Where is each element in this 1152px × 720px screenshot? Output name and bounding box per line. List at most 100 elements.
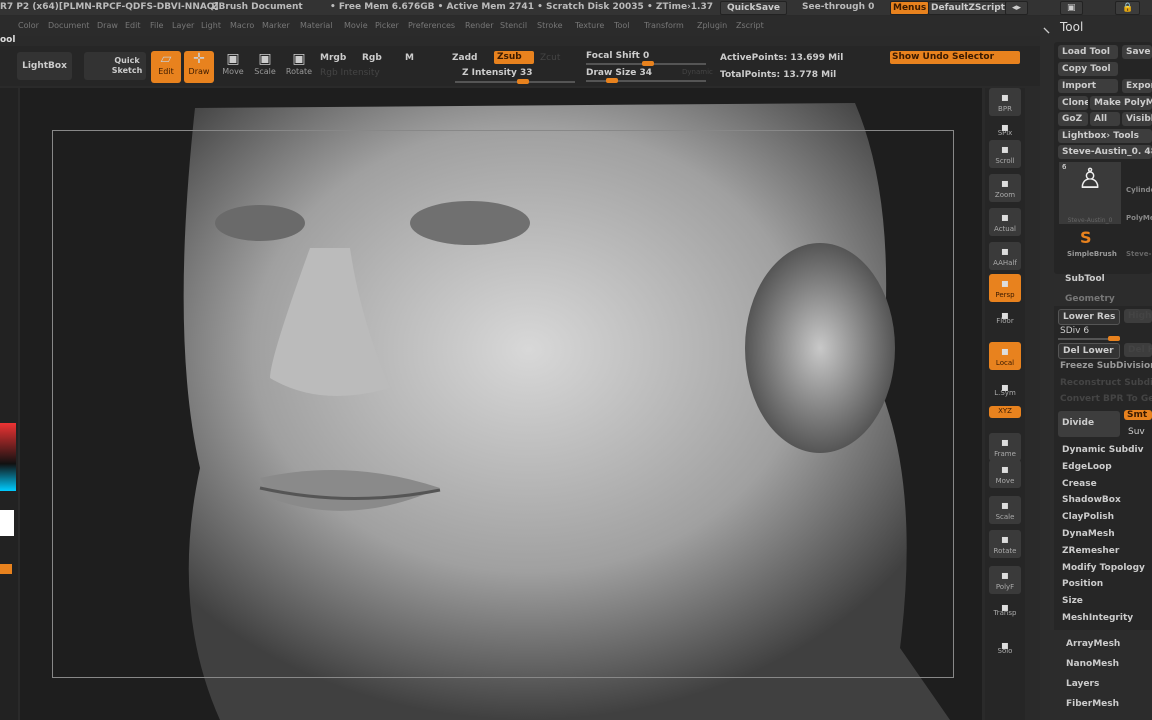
menu-color[interactable]: Color [18,21,39,30]
geometry-item-zremesher[interactable]: ZRemesher [1062,546,1119,556]
z-intensity-slider[interactable]: Z Intensity 33 [462,68,533,78]
goz-button[interactable]: GoZ [1058,112,1088,126]
menus-button[interactable]: Menus [890,1,930,15]
rgb-button[interactable]: Rgb [362,53,382,63]
reconstruct-subdiv-button[interactable]: Reconstruct Subdiv [1060,378,1152,388]
show-undo-selector-button[interactable]: Show Undo Selector [890,51,1020,64]
xyz-button[interactable]: XYZ [989,406,1021,418]
lightbox-button[interactable]: LightBox [17,52,72,80]
menu-marker[interactable]: Marker [262,21,290,30]
aahalf-button[interactable]: ▪ AAHalf [989,242,1021,270]
geometry-item-meshintegrity[interactable]: MeshIntegrity [1062,613,1133,623]
lightbox-tools-button[interactable]: Lightbox› Tools [1058,129,1152,143]
bpr-button[interactable]: ▪ BPR [989,88,1021,116]
freeze-subdivision-button[interactable]: Freeze SubDivision Levels [1060,361,1152,371]
higher-res-button[interactable]: Higher Res [1124,309,1152,323]
scale-button[interactable]: ▣ Scale [250,51,280,83]
arrows-icon[interactable]: ◂▸ [1005,1,1029,15]
floor-button[interactable]: ▪ Floor [989,306,1021,328]
menu-render[interactable]: Render [465,21,493,30]
menu-light[interactable]: Light [201,21,221,30]
menu-zscript[interactable]: Zscript [736,21,764,30]
geometry-item-edgeloop[interactable]: EdgeLoop [1062,462,1112,472]
clone-button[interactable]: Clone [1058,96,1088,110]
menu-macro[interactable]: Macro [230,21,254,30]
solo-button[interactable]: ▪ Solo [989,636,1021,658]
frame-button[interactable]: ▪ Frame [989,433,1021,461]
draw-button[interactable]: ✛ Draw [184,51,214,83]
menu-zplugin[interactable]: Zplugin [697,21,727,30]
menu-stroke[interactable]: Stroke [537,21,563,30]
cylinder-thumbnail[interactable]: Cylinder [1126,186,1152,194]
scroll-button[interactable]: ▪ Scroll [989,140,1021,168]
geometry-item-crease[interactable]: Crease [1062,479,1097,489]
menu-document[interactable]: Document [48,21,89,30]
transp-button[interactable]: ▪ Transp [989,598,1021,620]
dynamic-button[interactable]: Dynamic [682,68,713,76]
menu-draw[interactable]: Draw [97,21,118,30]
menu-movie[interactable]: Movie [344,21,368,30]
focal-shift-slider[interactable]: Focal Shift 0 [586,51,649,61]
geometry-item-claypolish[interactable]: ClayPolish [1062,512,1114,522]
zsub-button[interactable]: Zsub [494,51,534,64]
visible-button[interactable]: Visible [1122,112,1152,126]
menu-material[interactable]: Material [300,21,333,30]
geometry-item-modify-topology[interactable]: Modify Topology [1062,563,1145,573]
menu-layer[interactable]: Layer [172,21,194,30]
move-button[interactable]: ▣ Move [218,51,248,83]
lower-res-button[interactable]: Lower Res [1058,309,1120,325]
viewport-canvas[interactable] [20,88,982,720]
menu-transform[interactable]: Transform [644,21,684,30]
lock-icon[interactable]: 🔒 [1115,1,1141,15]
persp-button[interactable]: ▪ Persp [989,274,1021,302]
load-tool-button[interactable]: Load Tool [1058,45,1118,59]
move-button[interactable]: ▪ Move [989,460,1021,488]
section-arraymesh[interactable]: ArrayMesh [1066,639,1120,649]
zoom-button[interactable]: ▪ Zoom [989,174,1021,202]
import-button[interactable]: Import [1058,79,1118,93]
geometry-item-size[interactable]: Size [1062,596,1083,606]
zcut-button[interactable]: Zcut [540,53,560,63]
actual-button[interactable]: ▪ Actual [989,208,1021,236]
menu-edit[interactable]: Edit [125,21,141,30]
layout-icon[interactable]: ▣ [1060,1,1083,15]
m-button[interactable]: M [405,53,414,63]
rotate-button[interactable]: ▪ Rotate [989,530,1021,558]
steve-thumbnail[interactable]: Steve- [1126,250,1151,258]
export-button[interactable]: Export [1122,79,1152,93]
geometry-item-position[interactable]: Position [1062,579,1103,589]
del-higher-button[interactable]: Del Higher [1124,343,1152,357]
convert-bpr-button[interactable]: Convert BPR To Geo [1060,394,1152,404]
sdiv-slider[interactable]: SDiv 6 [1060,326,1089,336]
current-tool-slider[interactable]: Steve-Austin_0. 48 [1058,145,1152,159]
lsym-button[interactable]: ▪ L.Sym [989,378,1021,400]
geometry-section[interactable]: Geometry [1065,294,1115,304]
color-picker[interactable] [0,423,16,491]
make-polymesh-button[interactable]: Make PolyMesh3D [1090,96,1152,110]
see-through-slider[interactable]: See-through 0 [802,2,874,12]
scale-button[interactable]: ▪ Scale [989,496,1021,524]
suv-toggle[interactable]: Suv [1128,427,1145,437]
simplebrush-icon[interactable]: S [1080,228,1092,247]
menu-file[interactable]: File [150,21,163,30]
menu-texture[interactable]: Texture [575,21,604,30]
default-zscript-button[interactable]: DefaultZScript [928,1,1008,15]
mrgb-button[interactable]: Mrgb [320,53,346,63]
quicksave-button[interactable]: QuickSave [720,1,787,15]
spix-button[interactable]: ▪ SPix [989,118,1021,140]
tool-thumbnail-steve-austin[interactable]: 6 ♙ Steve-Austin_0 [1059,162,1121,224]
menu-tool[interactable]: Tool [614,21,630,30]
rgb-intensity-slider[interactable]: Rgb Intensity [320,68,380,78]
subtool-section[interactable]: SubTool [1065,274,1105,284]
section-fibermesh[interactable]: FiberMesh [1066,699,1119,709]
menu-stencil[interactable]: Stencil [500,21,527,30]
draw-size-slider[interactable]: Draw Size 34 [586,68,652,78]
all-button[interactable]: All [1090,112,1120,126]
orange-swatch[interactable] [0,564,12,574]
local-button[interactable]: ▪ Local [989,342,1021,370]
edit-button[interactable]: ▱ Edit [151,51,181,83]
del-lower-button[interactable]: Del Lower [1058,343,1120,359]
rotate-button[interactable]: ▣ Rotate [284,51,314,83]
section-nanomesh[interactable]: NanoMesh [1066,659,1119,669]
geometry-item-dynamic-subdiv[interactable]: Dynamic Subdiv [1062,445,1143,455]
